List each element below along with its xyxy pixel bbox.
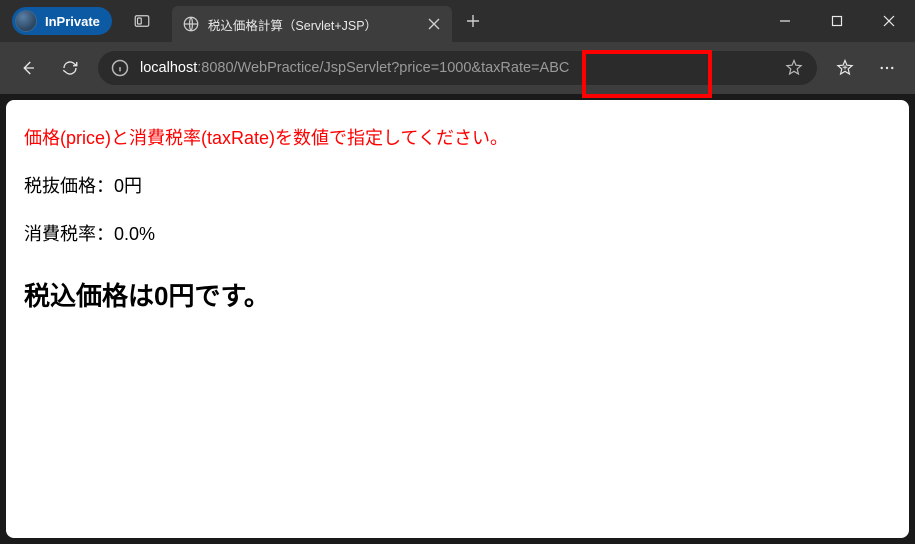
collections-button[interactable] bbox=[825, 48, 865, 88]
browser-titlebar: InPrivate 税込価格計算（Servlet+JSP） bbox=[0, 0, 915, 42]
profile-avatar-icon bbox=[15, 10, 37, 32]
price-line: 税抜価格：0円 bbox=[24, 172, 891, 198]
url-host: localhost bbox=[140, 60, 197, 76]
taxrate-line: 消費税率：0.0% bbox=[24, 220, 891, 246]
browser-toolbar: localhost:8080/WebPractice/JspServlet?pr… bbox=[0, 42, 915, 94]
tab-title: 税込価格計算（Servlet+JSP） bbox=[208, 15, 420, 34]
close-window-button[interactable] bbox=[863, 0, 915, 42]
tab-actions-button[interactable] bbox=[122, 3, 162, 39]
more-button[interactable] bbox=[867, 48, 907, 88]
new-tab-button[interactable] bbox=[456, 4, 490, 38]
error-message: 価格(price)と消費税率(taxRate)を数値で指定してください。 bbox=[24, 124, 891, 150]
url-path: :8080/WebPractice/JspServlet?price=1000&… bbox=[197, 60, 569, 76]
favorite-button[interactable] bbox=[779, 53, 809, 83]
maximize-button[interactable] bbox=[811, 0, 863, 42]
address-bar[interactable]: localhost:8080/WebPractice/JspServlet?pr… bbox=[98, 51, 817, 85]
window-controls bbox=[759, 0, 915, 42]
minimize-button[interactable] bbox=[759, 0, 811, 42]
page-content: 価格(price)と消費税率(taxRate)を数値で指定してください。 税抜価… bbox=[6, 100, 909, 538]
tab-close-button[interactable] bbox=[420, 10, 448, 38]
inprivate-badge[interactable]: InPrivate bbox=[12, 7, 112, 35]
result-heading: 税込価格は0円です。 bbox=[24, 276, 891, 313]
refresh-button[interactable] bbox=[50, 48, 90, 88]
url-text: localhost:8080/WebPractice/JspServlet?pr… bbox=[140, 60, 779, 76]
site-info-icon[interactable] bbox=[110, 58, 130, 78]
globe-icon bbox=[182, 15, 200, 33]
back-button[interactable] bbox=[8, 48, 48, 88]
inprivate-label: InPrivate bbox=[45, 14, 100, 29]
browser-tab[interactable]: 税込価格計算（Servlet+JSP） bbox=[172, 6, 452, 42]
